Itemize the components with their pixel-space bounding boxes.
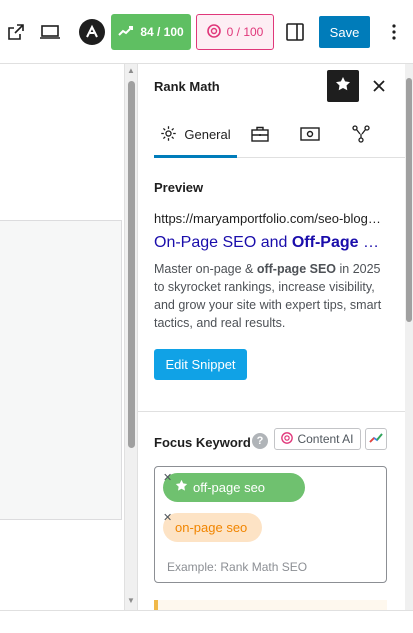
edit-snippet-button[interactable]: Edit Snippet [154, 349, 247, 380]
content-ai-button[interactable]: Content AI [274, 428, 361, 450]
trends-button[interactable] [365, 428, 387, 450]
more-options-icon[interactable] [378, 16, 410, 48]
preview-device-icon[interactable] [34, 16, 66, 48]
close-sidebar-button[interactable] [367, 74, 391, 98]
bottom-bar [0, 610, 413, 633]
remove-keyword-icon[interactable]: ✕ [163, 471, 172, 484]
tab-general[interactable]: General [154, 114, 237, 158]
keyword-tag-primary-text: off-page seo [193, 480, 266, 495]
keyword-input-placeholder: Example: Rank Math SEO [167, 560, 308, 574]
sidebar-title: Rank Math [154, 79, 220, 94]
sidebar-scrollbar[interactable] [405, 64, 413, 610]
tab-schema[interactable] [298, 125, 322, 147]
top-toolbar: 84 / 100 0 / 100 Save [0, 0, 413, 64]
preview-description: Master on-page & off-page SEO in 2025 to… [154, 260, 386, 332]
rank-math-sidebar: Rank Math General Preview https://maryam… [138, 64, 405, 610]
preview-desc-keyword: off-page SEO [256, 262, 337, 276]
content-ai-button-label: Content AI [297, 432, 354, 446]
scroll-down-arrow-icon[interactable]: ▼ [127, 596, 135, 605]
section-divider [138, 411, 405, 412]
content-ai-icon [206, 23, 221, 41]
tab-advanced[interactable] [248, 125, 272, 147]
social-share-icon [352, 124, 370, 148]
tab-general-label: General [184, 127, 231, 142]
external-link-icon[interactable] [0, 16, 32, 48]
preview-title[interactable]: On-Page SEO and Off-Page SEO: Guide [154, 234, 384, 252]
content-ai-score-button[interactable]: 0 / 100 [196, 14, 274, 50]
editor-block[interactable] [0, 220, 122, 520]
briefcase-icon [251, 126, 269, 147]
editor-scroll-thumb[interactable] [128, 81, 135, 448]
sidebar-scroll-thumb[interactable] [406, 78, 412, 322]
sidebar-tabs: General [154, 114, 405, 158]
keyword-tag-secondary[interactable]: on-page seo [163, 513, 262, 542]
sidebar-toggle-icon[interactable] [279, 16, 311, 48]
help-icon[interactable]: ? [252, 433, 268, 449]
schema-icon [300, 126, 320, 147]
preview-title-plain: On-Page SEO and [154, 234, 292, 251]
preview-title-rest: SEO: Guide [362, 234, 384, 251]
keyword-tag-primary[interactable]: off-page seo [163, 473, 305, 502]
content-ai-score-value: 0 / 100 [226, 25, 264, 39]
preview-title-bold: Off-Page [291, 234, 359, 251]
close-icon [373, 76, 385, 97]
save-button[interactable]: Save [319, 16, 370, 48]
editor-scrollbar[interactable]: ▲ ▼ [124, 64, 138, 610]
preview-url: https://maryamportfolio.com/seo-blog/off… [154, 211, 384, 226]
rank-math-score-icon [118, 25, 134, 40]
astra-logo-icon[interactable] [76, 16, 108, 48]
seo-score-value: 84 / 100 [140, 25, 184, 39]
focus-keyword-label: Focus Keyword [154, 435, 251, 450]
preview-desc-part1: Master on-page & [154, 262, 257, 276]
editor-canvas[interactable] [0, 64, 124, 610]
preview-heading: Preview [154, 180, 204, 195]
remove-keyword-icon[interactable]: ✕ [163, 511, 172, 524]
trends-chart-icon [369, 430, 383, 448]
pin-star-button[interactable] [327, 70, 359, 102]
content-ai-logo-icon [281, 431, 294, 447]
keyword-tag-secondary-text: on-page seo [175, 520, 248, 535]
gear-icon [160, 125, 177, 145]
sidebar-header: Rank Math [138, 64, 405, 108]
tab-social[interactable] [349, 124, 373, 148]
focus-keyword-input[interactable]: off-page seo ✕ on-page seo ✕ Example: Ra… [154, 466, 387, 583]
primary-star-icon [175, 479, 188, 495]
scroll-up-arrow-icon[interactable]: ▲ [127, 66, 135, 75]
seo-score-button[interactable]: 84 / 100 [111, 14, 191, 50]
notice-strip [154, 600, 387, 610]
star-icon [335, 76, 351, 97]
